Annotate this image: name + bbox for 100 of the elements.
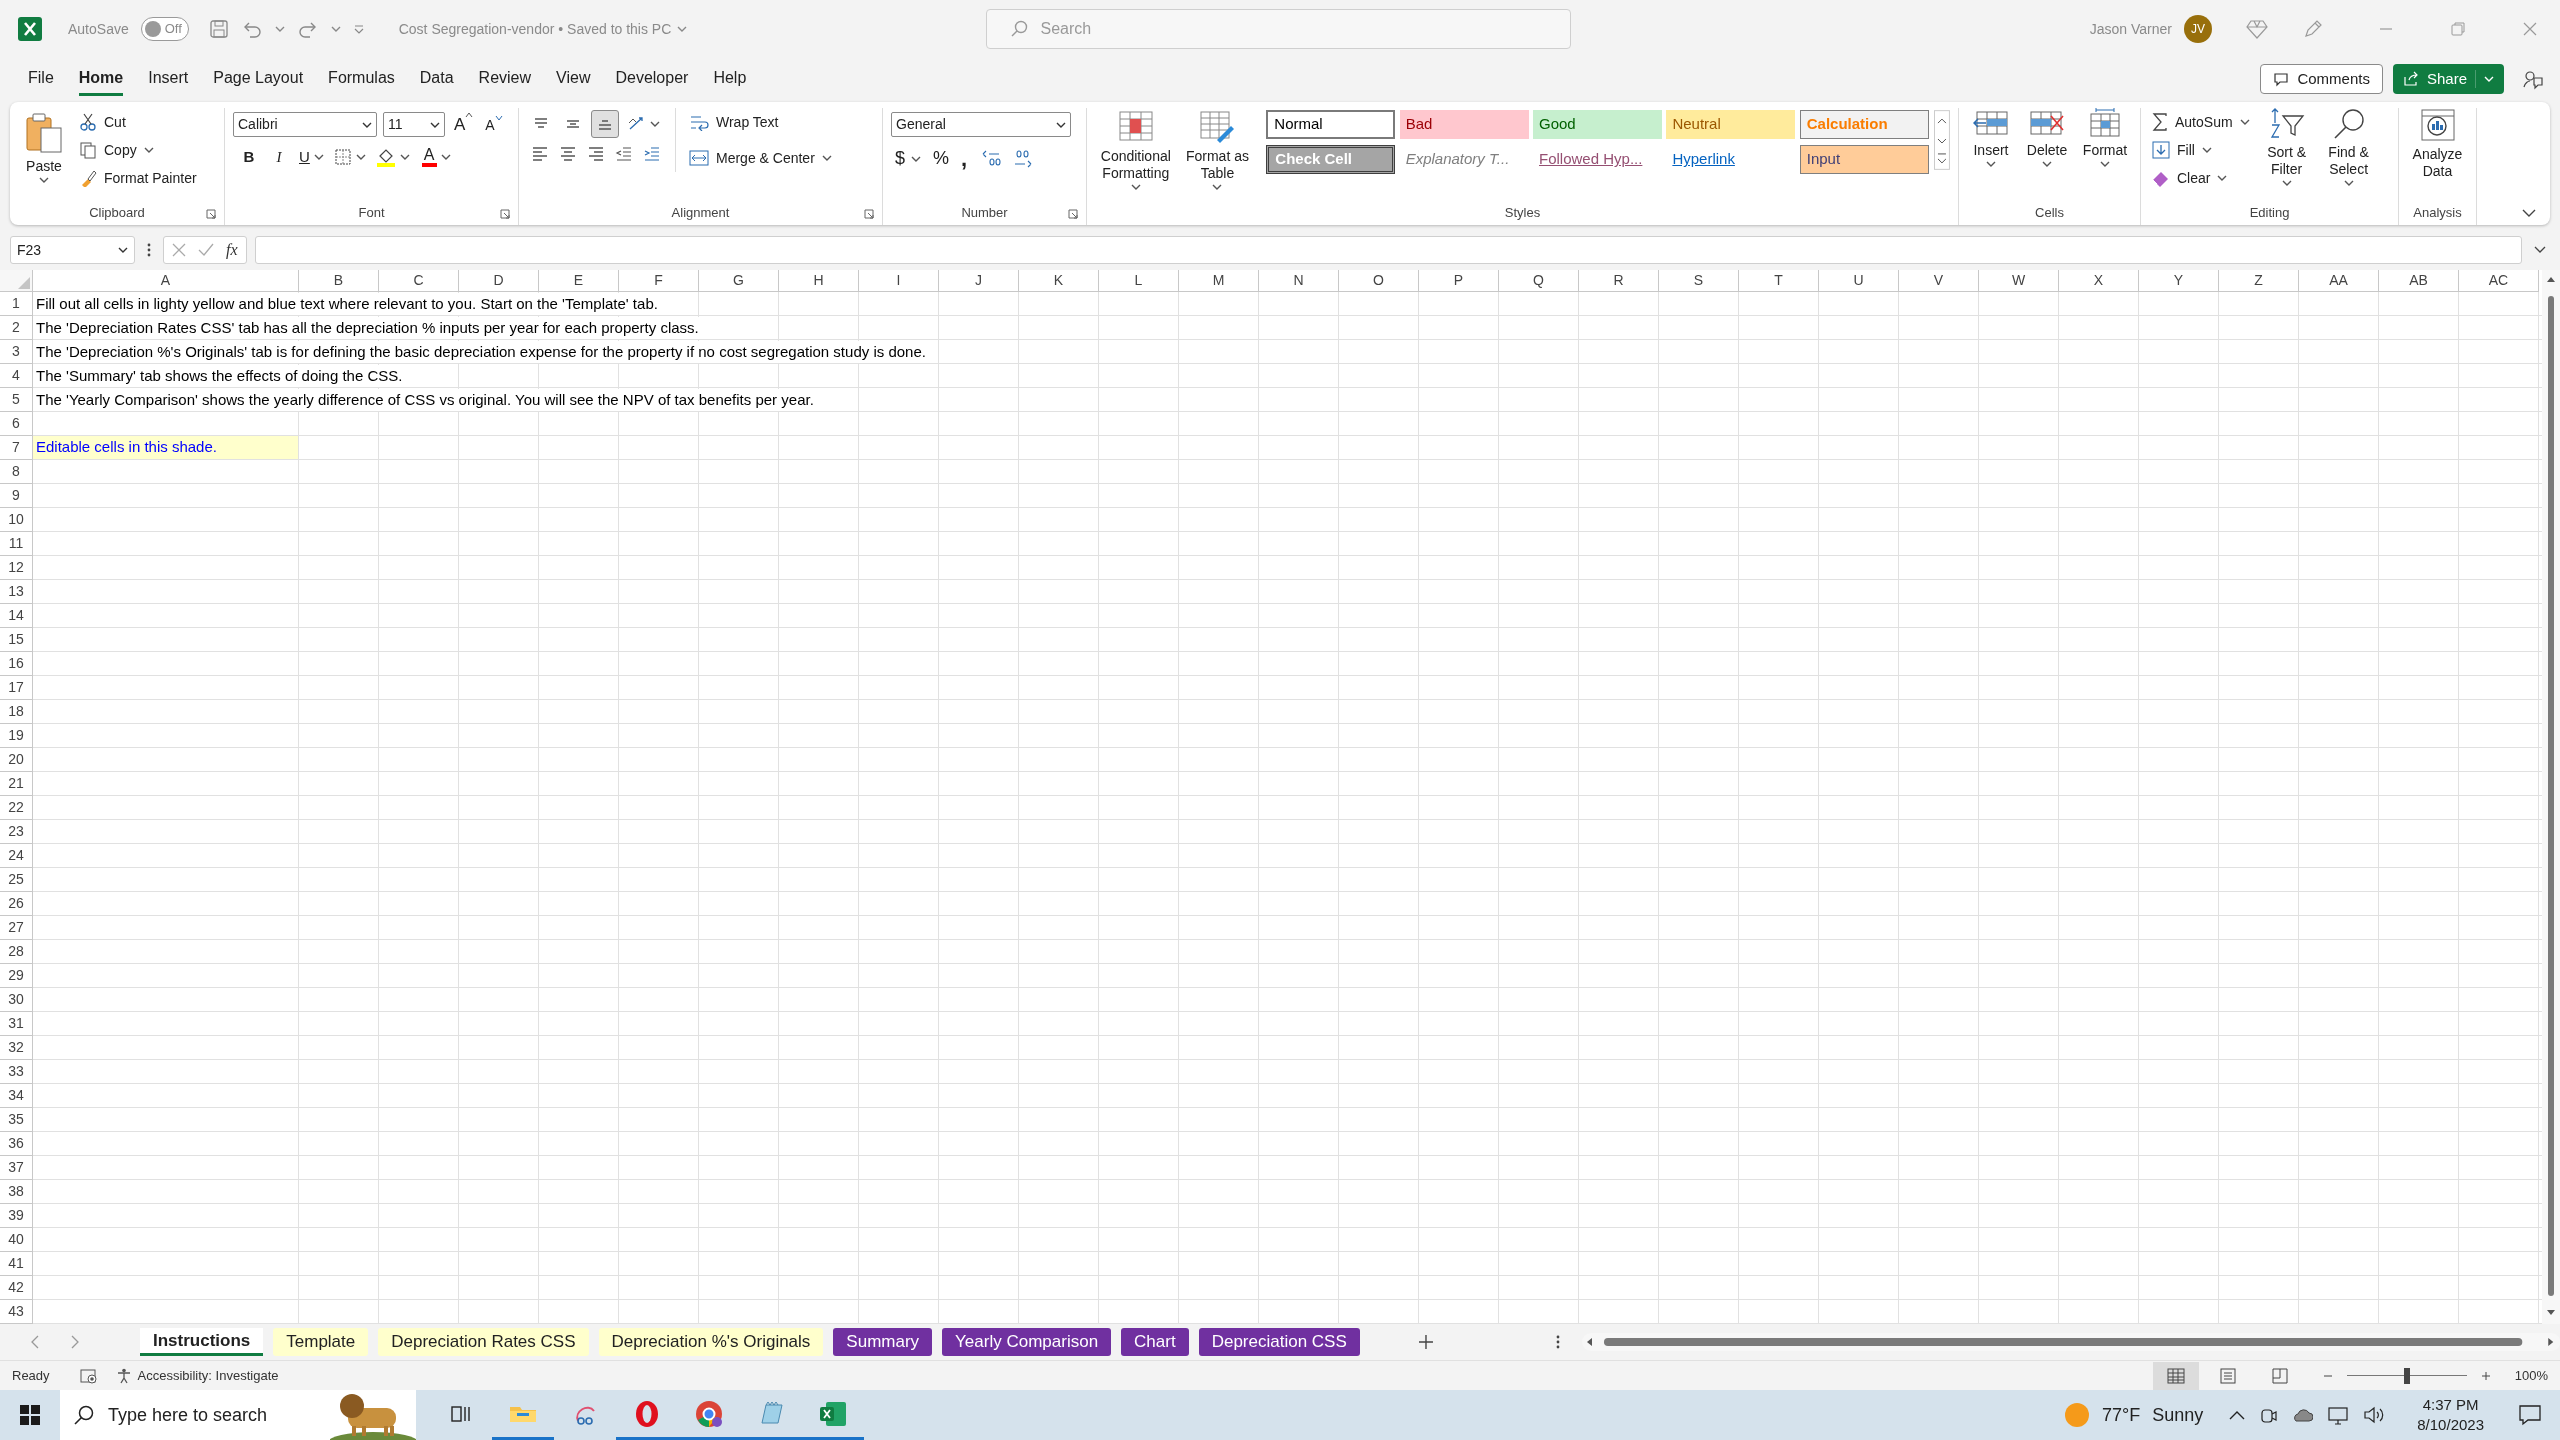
cell-style[interactable]: Normal — [1266, 110, 1396, 139]
cell-style[interactable]: Bad — [1399, 110, 1529, 139]
delete-cells-button[interactable]: Delete — [2021, 108, 2073, 167]
wrap-text-button[interactable]: Wrap Text — [686, 108, 835, 136]
number-format-dropdown[interactable]: General — [891, 112, 1071, 137]
row-header[interactable]: 24 — [0, 844, 33, 868]
column-header[interactable]: D — [459, 270, 539, 292]
underline-button[interactable]: U — [299, 145, 324, 168]
menu-tab[interactable]: Help — [713, 62, 747, 96]
column-header[interactable]: A — [33, 270, 299, 292]
column-header[interactable]: Q — [1499, 270, 1579, 292]
row-header[interactable]: 8 — [0, 460, 33, 484]
cloud-icon[interactable] — [2291, 1407, 2314, 1423]
avatar[interactable]: JV — [2184, 15, 2212, 43]
column-header[interactable]: B — [299, 270, 379, 292]
row-header[interactable]: 14 — [0, 604, 33, 628]
column-header[interactable]: Z — [2219, 270, 2299, 292]
sheet-tab[interactable]: Depreciation CSS — [1198, 1328, 1360, 1356]
save-icon[interactable] — [208, 19, 229, 39]
column-header[interactable]: E — [539, 270, 619, 292]
column-header[interactable]: K — [1019, 270, 1099, 292]
row-header[interactable]: 35 — [0, 1108, 33, 1132]
cancel-icon[interactable] — [172, 243, 186, 257]
zoom-in-icon[interactable] — [2480, 1370, 2491, 1381]
column-header[interactable]: L — [1099, 270, 1179, 292]
dialog-launcher-icon[interactable] — [1068, 209, 1078, 219]
column-header[interactable]: N — [1259, 270, 1339, 292]
gallery-scroll-icon[interactable] — [1934, 110, 1950, 170]
column-header[interactable]: T — [1739, 270, 1819, 292]
row-header[interactable]: 29 — [0, 964, 33, 988]
sheet-tab[interactable]: Chart — [1121, 1328, 1189, 1356]
menu-tab[interactable]: Formulas — [328, 62, 395, 96]
zoom-slider-thumb[interactable] — [2403, 1367, 2410, 1384]
column-header[interactable]: AC — [2459, 270, 2539, 292]
column-header[interactable]: G — [699, 270, 779, 292]
row-header[interactable]: 15 — [0, 628, 33, 652]
row-header[interactable]: 6 — [0, 412, 33, 436]
align-right-button[interactable] — [587, 144, 605, 162]
customize-toolbar-icon[interactable] — [352, 23, 365, 35]
column-header[interactable]: J — [939, 270, 1019, 292]
diamond-icon[interactable] — [2246, 19, 2268, 39]
cell-style[interactable]: Input — [1799, 145, 1929, 174]
row-header[interactable]: 19 — [0, 724, 33, 748]
insert-cells-button[interactable]: Insert — [1967, 108, 2015, 167]
row-header[interactable]: 22 — [0, 796, 33, 820]
column-header[interactable]: O — [1339, 270, 1419, 292]
row-header[interactable]: 11 — [0, 532, 33, 556]
insert-function-button[interactable]: fx — [226, 238, 238, 262]
column-header[interactable]: V — [1899, 270, 1979, 292]
decrease-indent-button[interactable] — [615, 144, 633, 162]
weather-button[interactable]: 77°F Sunny — [2064, 1401, 2204, 1429]
add-sheet-icon[interactable] — [1417, 1334, 1434, 1350]
menu-tab[interactable]: Data — [419, 62, 454, 96]
vertical-scrollbar[interactable] — [2542, 270, 2560, 1324]
merge-center-button[interactable]: Merge & Center — [686, 144, 835, 172]
normal-view-button[interactable] — [2152, 1361, 2199, 1390]
menu-tab[interactable]: File — [28, 62, 54, 96]
row-header[interactable]: 18 — [0, 700, 33, 724]
dialog-launcher-icon[interactable] — [864, 209, 874, 219]
more-options-icon[interactable] — [1555, 1335, 1560, 1349]
cut-button[interactable]: Cut — [76, 108, 200, 136]
row-header[interactable]: 39 — [0, 1204, 33, 1228]
share-button[interactable]: Share — [2392, 64, 2504, 94]
conditional-formatting-button[interactable]: Conditional Formatting — [1095, 108, 1177, 190]
align-center-button[interactable] — [559, 144, 577, 162]
menu-tab[interactable]: Home — [78, 62, 124, 96]
column-header[interactable]: R — [1579, 270, 1659, 292]
font-size-dropdown[interactable]: 11 — [383, 112, 445, 138]
row-header[interactable]: 21 — [0, 772, 33, 796]
name-box[interactable]: F23 — [10, 236, 135, 264]
sort-filter-button[interactable]: Sort & Filter — [2258, 108, 2315, 186]
more-options-icon[interactable] — [147, 243, 151, 257]
editable-cell[interactable]: Editable cells in this shade. — [33, 436, 298, 460]
fill-button[interactable]: Fill — [2149, 136, 2253, 164]
column-header[interactable]: Y — [2139, 270, 2219, 292]
row-header[interactable]: 16 — [0, 652, 33, 676]
search-field[interactable]: Search — [985, 9, 1571, 49]
sheet-tab[interactable]: Summary — [833, 1328, 933, 1356]
analyze-data-button[interactable]: Analyze Data — [2407, 108, 2468, 180]
bold-button[interactable]: B — [239, 145, 259, 168]
notification-icon[interactable] — [2518, 1404, 2542, 1426]
row-header[interactable]: 13 — [0, 580, 33, 604]
autosave-toggle[interactable]: Off — [140, 17, 189, 41]
row-header[interactable]: 28 — [0, 940, 33, 964]
column-header[interactable]: I — [859, 270, 939, 292]
column-header[interactable]: C — [379, 270, 459, 292]
row-header[interactable]: 36 — [0, 1132, 33, 1156]
currency-button[interactable]: $ — [895, 145, 921, 172]
row-header[interactable]: 26 — [0, 892, 33, 916]
chevron-up-icon[interactable] — [2229, 1410, 2246, 1420]
row-header[interactable]: 12 — [0, 556, 33, 580]
pen-icon[interactable] — [2302, 18, 2324, 40]
row-header[interactable]: 20 — [0, 748, 33, 772]
sheet-tab[interactable]: Depreciation Rates CSS — [378, 1328, 589, 1356]
menu-tab[interactable]: Page Layout — [213, 62, 304, 96]
cell-style[interactable]: Good — [1533, 110, 1662, 139]
row-header[interactable]: 34 — [0, 1084, 33, 1108]
cell-style[interactable]: Neutral — [1666, 110, 1796, 139]
dialog-launcher-icon[interactable] — [206, 209, 216, 219]
row-header[interactable]: 25 — [0, 868, 33, 892]
